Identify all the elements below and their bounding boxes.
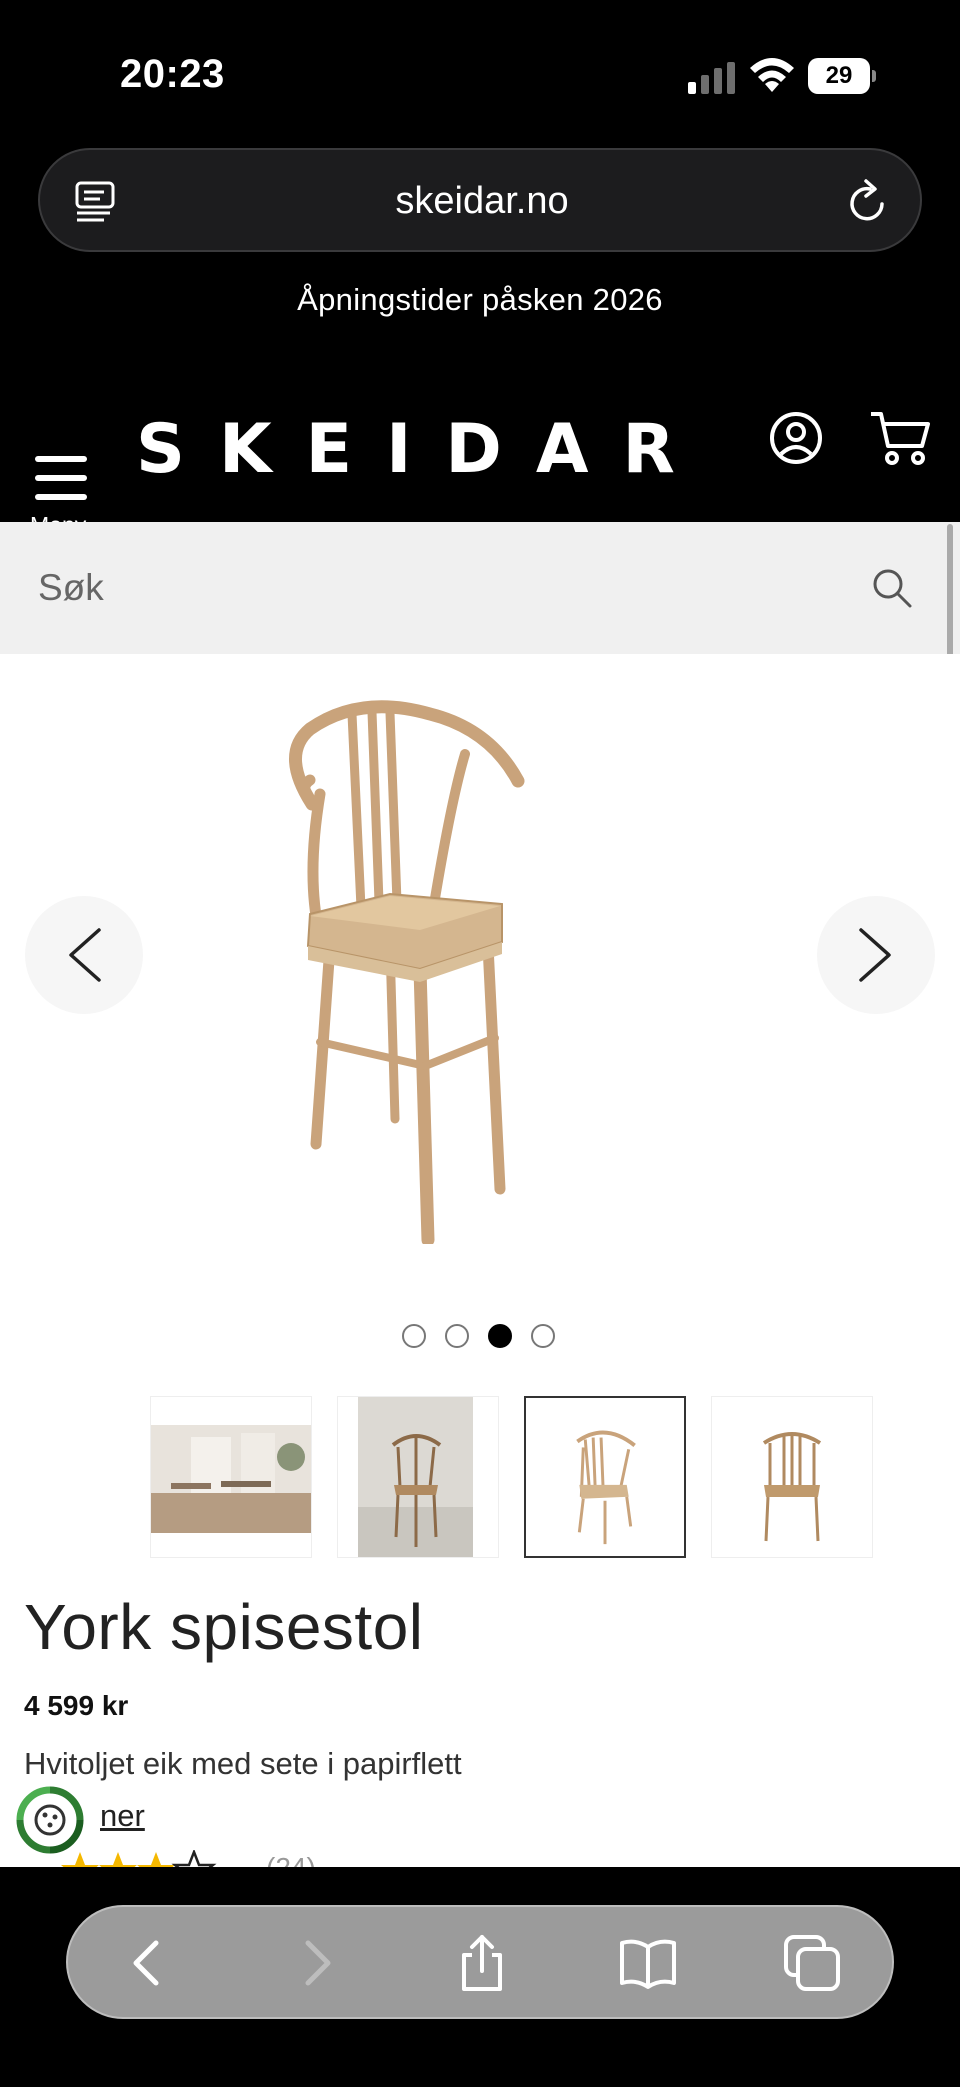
search-input[interactable] bbox=[38, 552, 858, 624]
url-text[interactable]: skeidar.no bbox=[40, 180, 924, 223]
bookmarks-icon[interactable] bbox=[618, 1933, 678, 1993]
reviews-link[interactable]: ner bbox=[100, 1798, 145, 1834]
promo-banner[interactable]: Åpningstider påsken 2026 bbox=[0, 282, 960, 318]
site-logo[interactable]: SKEIDAR bbox=[136, 410, 709, 489]
gallery-thumbnails bbox=[150, 1396, 874, 1560]
chevron-right-icon bbox=[859, 928, 891, 982]
share-icon[interactable] bbox=[452, 1933, 512, 1993]
thumbnail-chair-room[interactable] bbox=[337, 1396, 499, 1558]
tabs-icon[interactable] bbox=[782, 1933, 842, 1993]
browser-toolbar bbox=[0, 1867, 960, 2087]
hamburger-icon bbox=[35, 456, 87, 513]
battery-level: 29 bbox=[825, 62, 853, 89]
product-page: York spisestol 4 599 kr Hvitoljet eik me… bbox=[0, 654, 960, 1867]
product-description: Hvitoljet eik med sete i papirflett bbox=[24, 1746, 462, 1781]
gallery-pagination bbox=[402, 1324, 562, 1350]
back-icon[interactable] bbox=[118, 1933, 178, 1993]
gallery-dot[interactable] bbox=[402, 1324, 426, 1348]
signal-icon bbox=[688, 62, 735, 94]
rating-stars[interactable]: (24) bbox=[60, 1848, 380, 1867]
reload-icon[interactable] bbox=[846, 178, 890, 224]
toolbar-pill bbox=[66, 1905, 894, 2019]
product-price: 4 599 kr bbox=[24, 1690, 129, 1721]
account-icon[interactable] bbox=[768, 410, 824, 466]
cart-icon[interactable] bbox=[868, 408, 932, 468]
gallery-next-button[interactable] bbox=[817, 896, 935, 1014]
url-bar[interactable]: skeidar.no bbox=[38, 148, 922, 252]
star-icon bbox=[137, 1852, 175, 1867]
status-time: 20:23 bbox=[120, 52, 225, 96]
thumbnail-room-scene[interactable] bbox=[150, 1396, 312, 1558]
thumbnail-chair-front[interactable] bbox=[524, 1396, 686, 1558]
thumbnail-chair-back[interactable] bbox=[711, 1396, 873, 1558]
gallery-dot-active[interactable] bbox=[488, 1324, 512, 1348]
star-icon bbox=[99, 1852, 137, 1867]
gallery-dot[interactable] bbox=[445, 1324, 469, 1348]
chevron-left-icon bbox=[69, 928, 101, 982]
menu-button[interactable]: Meny bbox=[30, 410, 92, 538]
review-count[interactable]: (24) bbox=[266, 1852, 316, 1867]
battery-icon: 29 bbox=[808, 58, 876, 94]
forward-icon[interactable] bbox=[286, 1933, 346, 1993]
site-header: Meny SKEIDAR bbox=[0, 370, 960, 538]
gallery-dot[interactable] bbox=[531, 1324, 555, 1348]
wifi-icon bbox=[750, 58, 794, 92]
product-image[interactable] bbox=[250, 684, 670, 1244]
status-bar: 20:23 29 bbox=[0, 0, 960, 150]
search-icon[interactable] bbox=[870, 566, 914, 610]
search-bar bbox=[0, 522, 960, 654]
star-empty-icon bbox=[171, 1848, 217, 1867]
eco-badge-icon[interactable] bbox=[14, 1784, 86, 1856]
gallery-prev-button[interactable] bbox=[25, 896, 143, 1014]
star-icon bbox=[61, 1852, 99, 1867]
product-title: York spisestol bbox=[24, 1591, 424, 1663]
